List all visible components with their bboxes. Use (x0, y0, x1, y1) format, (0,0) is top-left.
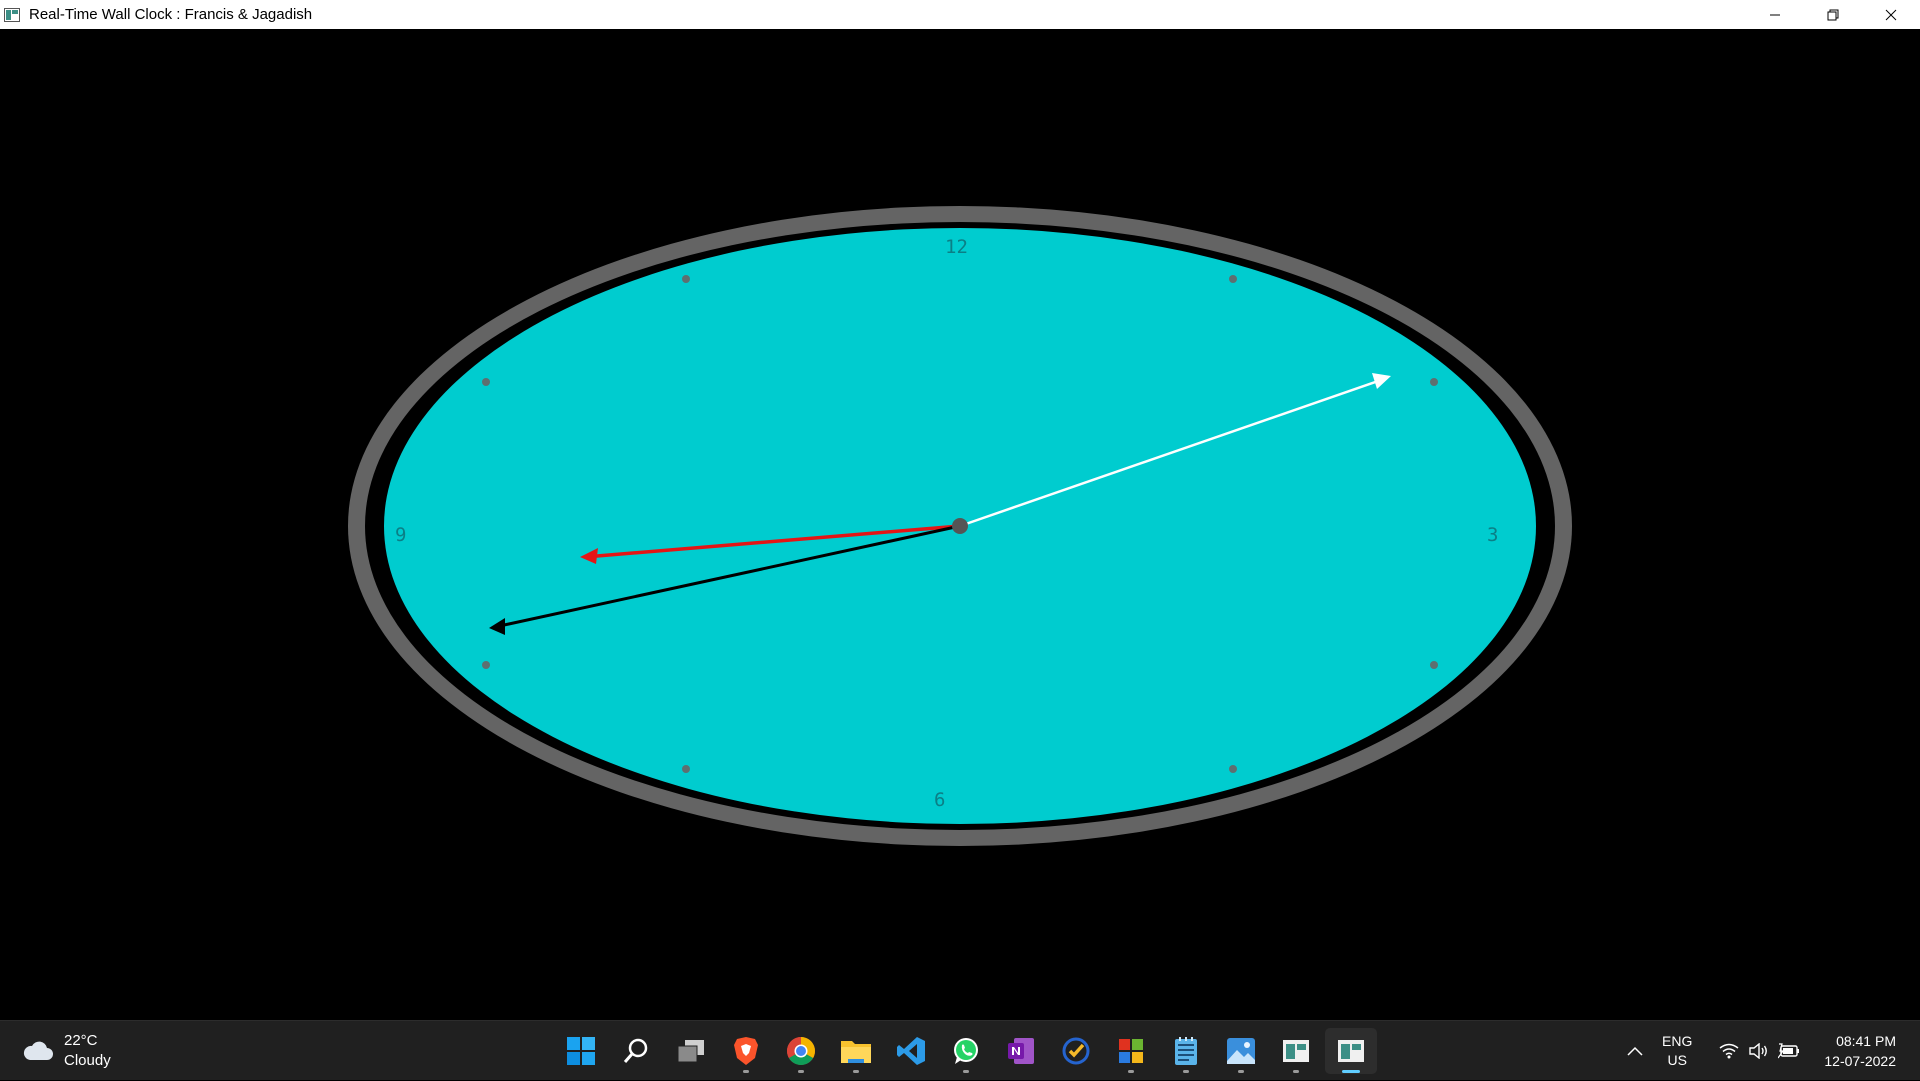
show-hidden-icons-button[interactable] (1620, 1031, 1650, 1071)
quick-settings[interactable] (1714, 1043, 1804, 1059)
weather-condition: Cloudy (64, 1052, 111, 1069)
clock-app-icon (1338, 1040, 1364, 1062)
office-app-icon (1119, 1039, 1143, 1063)
cloud-icon (23, 1041, 53, 1060)
battery-icon (1774, 1043, 1804, 1059)
clock-app-button[interactable] (1325, 1028, 1377, 1074)
numeral-3: 3 (1487, 524, 1498, 546)
office-app-button[interactable] (1105, 1028, 1157, 1074)
todo-button[interactable] (1050, 1028, 1102, 1074)
onenote-icon (1008, 1038, 1034, 1064)
clock-center (952, 518, 968, 534)
minimize-button[interactable] (1746, 0, 1804, 29)
taskbar-date: 12-07-2022 (1824, 1053, 1896, 1069)
chevron-up-icon (1627, 1046, 1643, 1056)
tick-5 (1229, 765, 1237, 773)
restore-icon (1827, 9, 1839, 20)
task-view-icon (677, 1040, 704, 1063)
chrome-icon (787, 1037, 815, 1065)
language-code: ENG (1662, 1033, 1693, 1049)
window-app-button[interactable] (1270, 1028, 1322, 1074)
tick-1 (1229, 275, 1237, 283)
taskbar: 22°C Cloudy ENG US 08:41 PM 12-07-2022 (0, 1020, 1920, 1080)
vscode-icon (897, 1037, 925, 1065)
numeral-12: 12 (945, 236, 968, 258)
chrome-button[interactable] (775, 1028, 827, 1074)
window-controls (1746, 0, 1920, 29)
weather-temperature: 22°C (64, 1032, 98, 1049)
clock-window: Real-Time Wall Clock : Francis & Jagadis… (0, 0, 1920, 1020)
notepad-icon (1175, 1037, 1197, 1065)
photos-icon (1227, 1038, 1255, 1064)
system-tray: ENG US 08:41 PM 12-07-2022 (1620, 1021, 1920, 1081)
vscode-button[interactable] (885, 1028, 937, 1074)
search-icon (623, 1038, 648, 1063)
tick-8 (482, 661, 490, 669)
app-icon (3, 7, 21, 23)
onenote-button[interactable] (995, 1028, 1047, 1074)
window-title: Real-Time Wall Clock : Francis & Jagadis… (29, 6, 313, 23)
taskbar-apps (555, 1021, 1380, 1081)
volume-icon (1744, 1043, 1774, 1059)
brave-browser-button[interactable] (720, 1028, 772, 1074)
region-code: US (1667, 1052, 1687, 1068)
numeral-9: 9 (395, 524, 406, 546)
start-icon (567, 1037, 595, 1065)
tick-11 (682, 275, 690, 283)
wifi-icon (1714, 1043, 1744, 1059)
clock-canvas: 12 3 6 9 (0, 29, 1920, 1020)
tick-2 (1430, 378, 1438, 386)
tick-10 (482, 378, 490, 386)
whatsapp-icon (954, 1038, 978, 1064)
title-bar[interactable]: Real-Time Wall Clock : Francis & Jagadis… (0, 0, 1920, 29)
photos-button[interactable] (1215, 1028, 1267, 1074)
whatsapp-button[interactable] (940, 1028, 992, 1074)
task-view-button[interactable] (665, 1028, 717, 1074)
tick-4 (1430, 661, 1438, 669)
minimize-icon (1770, 14, 1780, 15)
close-icon (1885, 9, 1897, 20)
window-app-icon (1283, 1040, 1309, 1062)
taskbar-time: 08:41 PM (1836, 1033, 1896, 1049)
clock-drawing: 12 3 6 9 (348, 206, 1572, 846)
close-button[interactable] (1862, 0, 1920, 29)
weather-widget[interactable]: 22°C Cloudy (22, 1029, 111, 1073)
brave-browser-icon (734, 1037, 758, 1065)
todo-icon (1062, 1037, 1090, 1065)
numeral-6: 6 (934, 789, 945, 811)
start-button[interactable] (555, 1028, 607, 1074)
notepad-button[interactable] (1160, 1028, 1212, 1074)
language-indicator[interactable]: ENG US (1662, 1032, 1692, 1070)
file-explorer-button[interactable] (830, 1028, 882, 1074)
tick-7 (682, 765, 690, 773)
clock-and-date[interactable]: 08:41 PM 12-07-2022 (1824, 1031, 1896, 1071)
restore-button[interactable] (1804, 0, 1862, 29)
file-explorer-icon (841, 1041, 871, 1063)
search-button[interactable] (610, 1028, 662, 1074)
